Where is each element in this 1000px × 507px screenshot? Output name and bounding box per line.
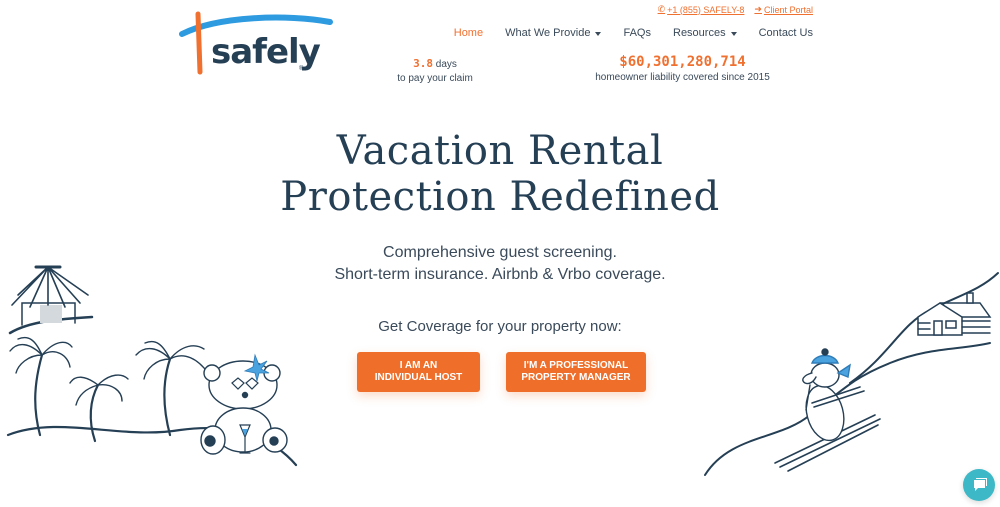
lower-slope-line xyxy=(704,342,991,476)
liability-stat: $60,301,280,714 homeowner liability cove… xyxy=(575,53,790,85)
claim-days-unit: days xyxy=(435,59,457,70)
individual-host-button[interactable]: I AM AN INDIVIDUAL HOST xyxy=(357,352,480,392)
nav-resources[interactable]: Resources xyxy=(673,27,737,39)
bear-icon xyxy=(200,353,288,455)
phone-label: +1 (855) SAFELY-8 xyxy=(667,4,745,15)
caret-down-icon xyxy=(595,31,602,36)
claim-speed-stat: 3.8 days to pay your claim xyxy=(380,57,490,86)
client-portal-label: Client Portal xyxy=(763,4,813,15)
phone-icon: ✆ xyxy=(657,4,666,14)
hero-title: Vacation Rental Protection Redefined xyxy=(0,128,1000,220)
nav-home-label: Home xyxy=(453,27,484,39)
nav-contact-us-label: Contact Us xyxy=(758,27,813,39)
individual-host-line2: INDIVIDUAL HOST xyxy=(374,372,463,383)
ski-dog-illustration xyxy=(704,272,999,476)
nav-resources-label: Resources xyxy=(673,27,726,39)
property-manager-line1: I'M A PROFESSIONAL xyxy=(523,360,629,371)
liability-value: $60,301,280,714 xyxy=(619,54,746,70)
top-utility-bar: ✆ +1 (855) SAFELY-8 ➜ Client Portal xyxy=(658,4,813,15)
chat-launcher-button[interactable] xyxy=(963,469,995,501)
palm-tree-icon xyxy=(135,340,209,437)
nav-contact-us[interactable]: Contact Us xyxy=(759,27,813,39)
logo-registered-mark: ® xyxy=(299,66,304,72)
individual-host-line1: I AM AN xyxy=(399,360,438,371)
main-nav: Home What We Provide FAQs Resources Cont… xyxy=(454,27,813,39)
hero-title-line2: Protection Redefined xyxy=(280,174,720,220)
caret-down-icon xyxy=(730,31,737,36)
nav-faqs-label: FAQs xyxy=(623,27,651,39)
property-manager-button[interactable]: I'M A PROFESSIONAL PROPERTY MANAGER xyxy=(506,352,646,392)
chat-bubble-icon xyxy=(974,478,987,491)
hut-icon xyxy=(8,265,94,335)
nav-home[interactable]: Home xyxy=(454,27,483,39)
nav-what-we-provide[interactable]: What We Provide xyxy=(505,27,602,39)
palm-tree-icon xyxy=(9,336,73,437)
hero-title-line1: Vacation Rental xyxy=(336,128,664,174)
safely-logo[interactable]: safely ® xyxy=(178,10,338,80)
claim-caption: to pay your claim xyxy=(397,73,473,84)
client-portal-link[interactable]: ➜ Client Portal xyxy=(754,4,813,15)
claim-days-value: 3.8 xyxy=(413,57,433,70)
beach-bear-illustration xyxy=(6,265,298,467)
nav-what-we-provide-label: What We Provide xyxy=(505,27,591,39)
dog-skier-icon xyxy=(774,348,881,472)
liability-caption: homeowner liability covered since 2015 xyxy=(595,72,770,83)
phone-link[interactable]: ✆ +1 (855) SAFELY-8 xyxy=(658,4,745,15)
nav-faqs[interactable]: FAQs xyxy=(623,27,651,39)
sign-in-icon: ➜ xyxy=(754,4,762,14)
logo-wordmark: safely xyxy=(211,32,321,72)
property-manager-line2: PROPERTY MANAGER xyxy=(521,372,631,383)
